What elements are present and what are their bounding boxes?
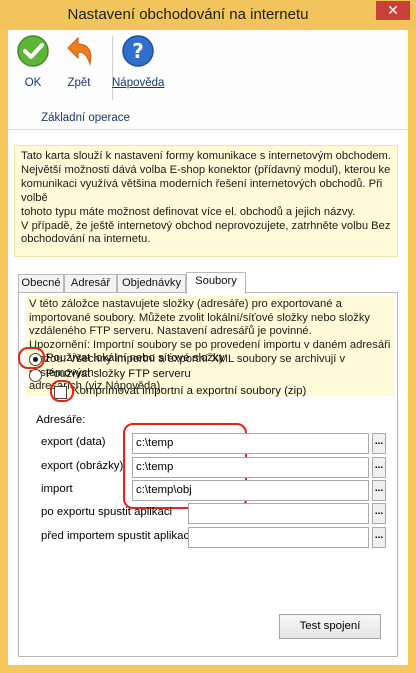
ftp-folders-label[interactable]: Používat složky FTP serveru <box>46 368 191 380</box>
back-label: Zpět <box>67 77 91 89</box>
ribbon-group-label: Základní operace <box>41 112 130 124</box>
tab-files[interactable]: Soubory <box>186 272 246 294</box>
import-browse-button[interactable]: ... <box>372 480 386 501</box>
export-data-browse-button[interactable]: ... <box>372 433 386 454</box>
zip-label[interactable]: Komprimovat importní a exportní soubory … <box>72 385 306 397</box>
tab-orders[interactable]: Objednávky <box>117 274 186 293</box>
window-title: Nastavení obchodování na internetu <box>67 6 309 23</box>
back-button[interactable]: Zpět <box>58 34 100 89</box>
ok-button[interactable]: OK <box>14 34 52 89</box>
help-label: Nápověda <box>112 77 165 89</box>
info-box: Tato karta slouží k nastavení formy komu… <box>14 145 398 257</box>
export-data-field[interactable]: c:\temp <box>132 433 369 454</box>
highlight-checkbox <box>50 380 74 402</box>
title-bar: Nastavení obchodování na internetu ✕ <box>0 0 416 30</box>
tab-general[interactable]: Obecné <box>18 274 64 293</box>
export-images-label: export (obrázky) <box>41 460 124 472</box>
pre-import-app-browse-button[interactable]: ... <box>372 527 386 548</box>
export-images-browse-button[interactable]: ... <box>372 457 386 478</box>
help-button[interactable]: ? Nápověda <box>112 34 164 89</box>
post-export-app-browse-button[interactable]: ... <box>372 503 386 524</box>
tab-address-book[interactable]: Adresář <box>64 274 117 293</box>
info-line: V případě, že ještě internetový obchod n… <box>21 219 391 232</box>
check-icon <box>17 35 49 67</box>
panel-line: vzdáleného FTP serveru. Nastavení adresá… <box>29 325 312 338</box>
ftp-folders-radio[interactable] <box>29 369 42 382</box>
svg-text:?: ? <box>132 39 144 63</box>
pre-import-app-label: před importem spustit aplikaci <box>41 530 192 542</box>
info-line: komunikaci využívá většina moderních řeš… <box>21 177 383 204</box>
export-images-field[interactable]: c:\temp <box>132 457 369 478</box>
info-line: tohoto typu máte možnost definovat více … <box>21 205 356 218</box>
pre-import-app-field[interactable] <box>188 527 369 548</box>
import-field[interactable]: c:\temp\obj <box>132 480 369 501</box>
close-button[interactable]: ✕ <box>376 1 410 20</box>
help-icon: ? <box>122 35 154 67</box>
post-export-app-field[interactable] <box>188 503 369 524</box>
panel-description: V této záložce nastavujete složky (adres… <box>26 296 394 396</box>
panel-line: Upozornění: Importní soubory se po prove… <box>29 339 391 352</box>
ok-label: OK <box>24 77 42 89</box>
folders-group-label: Adresáře: <box>36 414 86 426</box>
info-line: Největší možnosti dává volba E-shop kone… <box>21 163 391 176</box>
info-line: obchodování na internetu. <box>21 233 151 246</box>
back-arrow-icon <box>67 36 92 66</box>
info-line: Tato karta slouží k nastavení formy komu… <box>21 150 391 162</box>
ribbon: OK Zpět ? Nápověda Základní operace <box>8 30 408 130</box>
highlight-radio <box>18 347 45 369</box>
test-connection-button[interactable]: Test spojení <box>279 614 381 639</box>
export-data-label: export (data) <box>41 436 106 448</box>
import-label: import <box>41 483 73 495</box>
post-export-app-label: po exportu spustit aplikaci <box>41 506 173 518</box>
window-body: OK Zpět ? Nápověda Základní operace Tato… <box>8 30 408 665</box>
panel-line: importované soubory. Můžete zvolit lokál… <box>29 311 371 324</box>
panel-line: V této záložce nastavujete složky (adres… <box>29 298 342 310</box>
local-folders-label[interactable]: Používat lokální nebo síťové složky <box>46 352 224 364</box>
